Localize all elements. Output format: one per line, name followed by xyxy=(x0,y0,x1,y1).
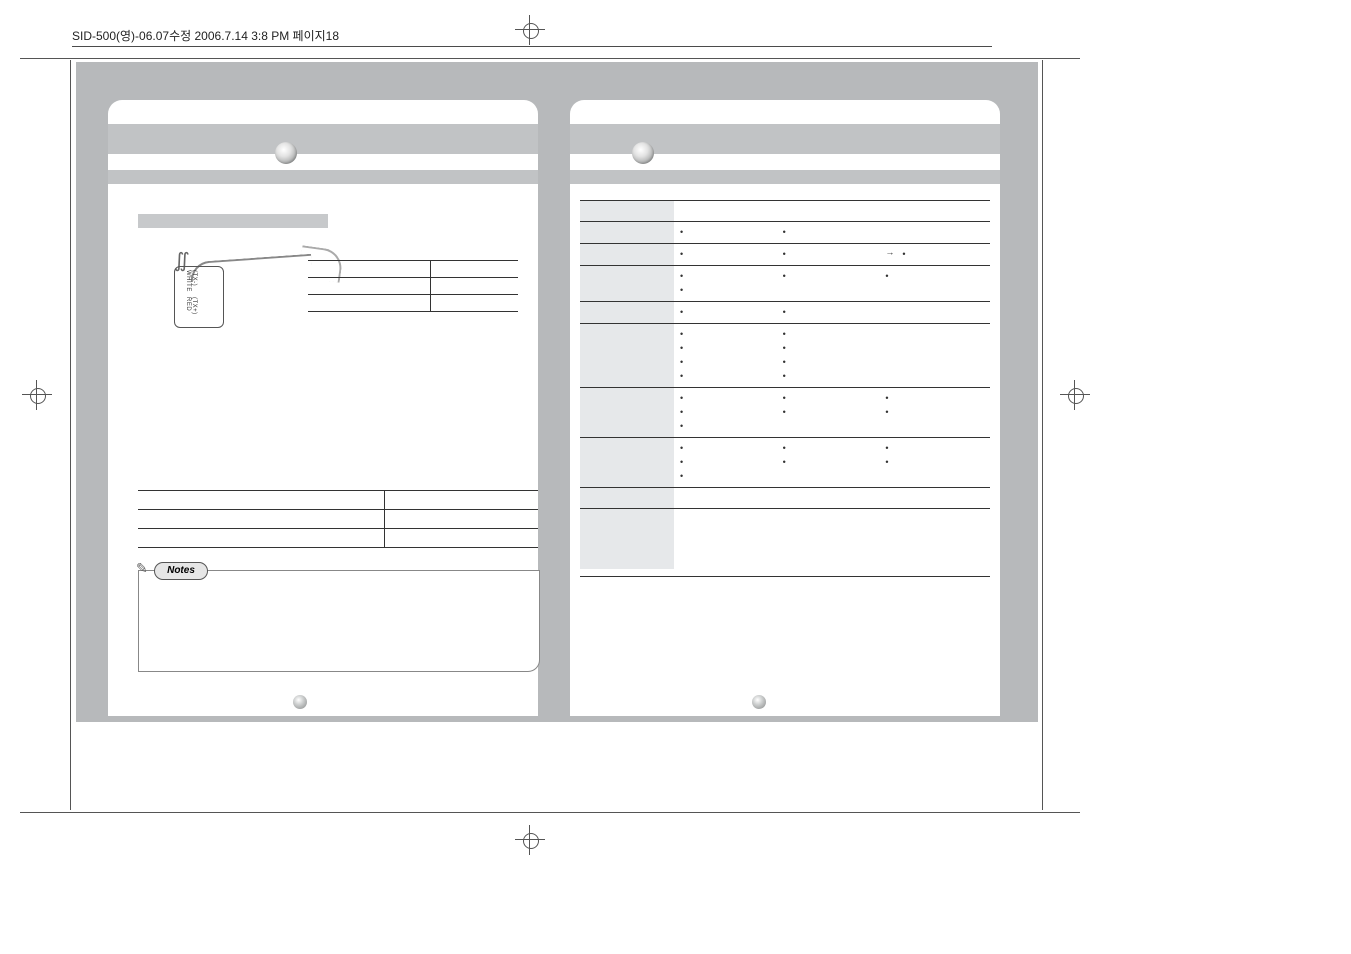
spec-item xyxy=(783,369,882,383)
spec-item xyxy=(680,419,779,433)
table-row-label xyxy=(580,438,674,487)
table-row-label xyxy=(580,302,674,323)
spec-item xyxy=(680,305,779,319)
table-row-label xyxy=(580,509,674,569)
mini-table xyxy=(308,260,518,312)
spec-item xyxy=(680,269,779,283)
spec-item xyxy=(680,469,779,483)
spec-item xyxy=(885,441,984,455)
arrow-icon xyxy=(885,247,894,261)
spec-item xyxy=(783,341,882,355)
spec-item xyxy=(783,405,882,419)
spec-item xyxy=(680,283,779,297)
spec-item xyxy=(680,441,779,455)
spec-item xyxy=(885,455,984,469)
trim-bottom xyxy=(20,812,1080,813)
spec-item xyxy=(680,225,779,239)
spec-item xyxy=(680,327,779,341)
page-number-dot-left xyxy=(293,695,307,709)
spec-table xyxy=(580,200,990,577)
notes-box xyxy=(138,570,540,672)
page-right xyxy=(570,100,1000,716)
right-sub-bar xyxy=(570,170,1000,184)
spec-item xyxy=(680,369,779,383)
register-right xyxy=(1060,380,1090,410)
left-title-sphere xyxy=(275,142,297,164)
register-bottom xyxy=(515,825,545,855)
trim-right xyxy=(1042,60,1043,810)
notes-icon: ✎ xyxy=(136,560,152,582)
spec-item xyxy=(783,391,882,405)
register-top xyxy=(515,15,545,45)
spec-item xyxy=(783,247,882,261)
spec-item xyxy=(680,355,779,369)
spec-item xyxy=(680,405,779,419)
trim-left xyxy=(70,60,71,810)
big-table xyxy=(138,490,538,548)
table-row-label xyxy=(580,488,674,508)
spec-item xyxy=(783,327,882,341)
table-row-label xyxy=(580,388,674,437)
table-row-label xyxy=(580,324,674,387)
spec-item xyxy=(885,391,984,405)
table-row-label xyxy=(580,201,674,221)
spec-item xyxy=(885,269,984,283)
left-sub-bar xyxy=(108,170,538,184)
wire-label-white: WHITE (TX-) xyxy=(185,270,235,293)
spec-item xyxy=(680,391,779,405)
file-header-text: SID-500(영)-06.07수정 2006.7.14 3:8 PM 페이지1… xyxy=(72,27,339,44)
connector-diagram: ∬ WHITE (TX-) RED (TX+) xyxy=(150,248,300,316)
wire-label-red: RED (TX+) xyxy=(185,297,235,316)
spec-item xyxy=(783,305,882,319)
page-left: ∬ WHITE (TX-) RED (TX+) ✎ xyxy=(108,100,538,716)
spec-item xyxy=(885,405,984,419)
page-number-dot-right xyxy=(752,695,766,709)
spec-item xyxy=(783,455,882,469)
canvas: { "header": { "filename": "SID-500(영)-06… xyxy=(0,0,1351,954)
spec-item xyxy=(783,269,882,283)
table-row-label xyxy=(580,222,674,243)
spec-item xyxy=(783,441,882,455)
spec-item xyxy=(680,341,779,355)
table-row-label xyxy=(580,244,674,265)
spec-item xyxy=(783,225,882,239)
trim-top xyxy=(20,58,1080,59)
left-section-heading xyxy=(138,214,328,228)
left-title-bar xyxy=(108,124,538,154)
notes-label: Notes xyxy=(154,562,208,580)
table-row-label xyxy=(580,266,674,301)
spec-item xyxy=(680,247,779,261)
register-left xyxy=(22,380,52,410)
spec-item xyxy=(783,355,882,369)
spec-item xyxy=(680,455,779,469)
right-title-sphere xyxy=(632,142,654,164)
spec-item xyxy=(902,247,905,261)
